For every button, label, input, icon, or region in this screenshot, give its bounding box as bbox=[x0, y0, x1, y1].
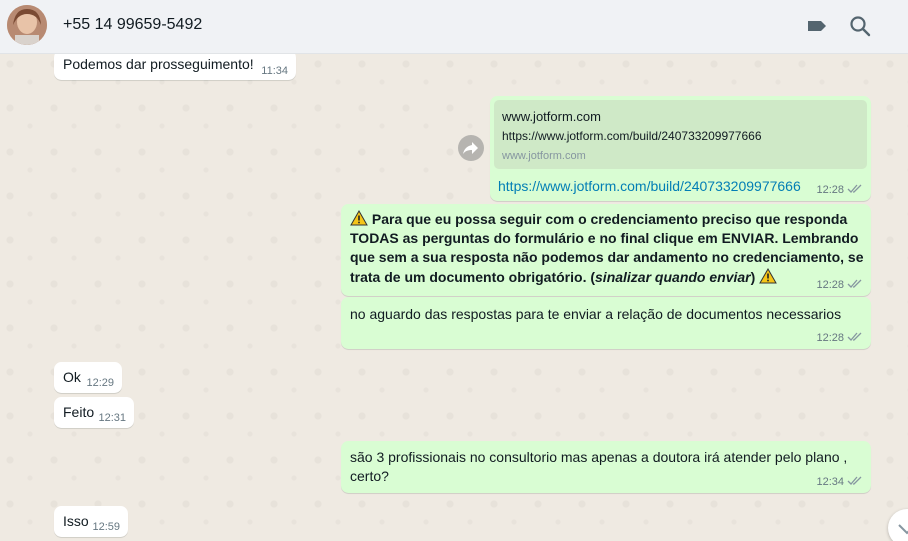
chat-header: +55 14 99659-5492 bbox=[0, 0, 908, 54]
message-line: que sem a sua resposta não podemos dar a… bbox=[350, 249, 864, 265]
message-time-text: 12:34 bbox=[816, 476, 844, 488]
link-preview-title: www.jotform.com bbox=[502, 109, 601, 124]
message-text: Podemos dar prosseguimento! bbox=[63, 56, 254, 72]
search-icon[interactable] bbox=[847, 13, 873, 39]
message-time: 12:59 bbox=[92, 521, 120, 533]
message-time: 12:28 bbox=[816, 183, 863, 196]
message-incoming[interactable]: Isso 12:59 bbox=[54, 506, 128, 537]
message-time: 11:34 bbox=[261, 65, 288, 77]
message-outgoing[interactable]: no aguardo das respostas para te enviar … bbox=[341, 297, 871, 349]
link-preview[interactable]: www.jotform.com https://www.jotform.com/… bbox=[494, 100, 867, 169]
message-incoming[interactable]: Podemos dar prosseguimento! 11:34 bbox=[54, 54, 296, 80]
message-line: certo? bbox=[350, 468, 389, 484]
forward-button[interactable] bbox=[458, 135, 484, 161]
message-time-text: 12:28 bbox=[816, 184, 844, 196]
message-text: Feito bbox=[63, 404, 95, 420]
link-preview-url: https://www.jotform.com/build/2407332099… bbox=[502, 129, 762, 143]
message-text: trata de um documento obrigatório. ( bbox=[350, 269, 596, 285]
message-line: trata de um documento obrigatório. (sina… bbox=[350, 268, 778, 285]
message-text: Ok bbox=[63, 369, 81, 385]
read-ticks-icon bbox=[847, 184, 862, 193]
message-time: 12:34 bbox=[816, 475, 863, 488]
message-outgoing[interactable]: são 3 profissionais no consultorio mas a… bbox=[341, 441, 871, 493]
message-text: no aguardo das respostas para te enviar … bbox=[350, 306, 842, 322]
message-time: 12:28 bbox=[816, 278, 863, 291]
read-ticks-icon bbox=[847, 279, 862, 288]
message-line: são 3 profissionais no consultorio mas a… bbox=[350, 449, 848, 465]
link-preview-domain: www.jotform.com bbox=[502, 150, 586, 162]
label-icon[interactable] bbox=[804, 13, 830, 39]
scroll-down-button[interactable] bbox=[888, 509, 908, 541]
message-outgoing-link[interactable]: www.jotform.com https://www.jotform.com/… bbox=[490, 96, 871, 201]
message-time: 12:29 bbox=[86, 377, 114, 389]
chat-area[interactable]: Podemos dar prosseguimento! 11:34 www.jo… bbox=[0, 54, 908, 541]
contact-name[interactable]: +55 14 99659-5492 bbox=[63, 16, 202, 34]
message-line: TODAS as perguntas do formulário e no fi… bbox=[350, 230, 859, 246]
read-ticks-icon bbox=[847, 332, 862, 341]
message-time: 12:28 bbox=[816, 331, 863, 344]
message-line: Para que eu possa seguir com o credencia… bbox=[350, 210, 847, 227]
read-ticks-icon bbox=[847, 476, 862, 485]
message-link[interactable]: https://www.jotform.com/build/2407332099… bbox=[498, 178, 801, 194]
forward-icon bbox=[463, 142, 478, 154]
message-text: Isso bbox=[63, 513, 89, 529]
chevron-down-icon bbox=[898, 524, 908, 535]
warning-icon bbox=[759, 268, 778, 284]
message-time-text: 12:28 bbox=[816, 279, 844, 291]
message-time-text: 12:28 bbox=[816, 332, 844, 344]
message-text: ) bbox=[750, 269, 756, 285]
message-incoming[interactable]: Feito 12:31 bbox=[54, 397, 134, 428]
avatar-photo-icon bbox=[7, 5, 47, 45]
warning-icon bbox=[350, 210, 368, 226]
message-time: 12:31 bbox=[98, 412, 126, 424]
contact-avatar[interactable] bbox=[7, 5, 47, 45]
message-text: Para que eu possa seguir com o credencia… bbox=[371, 211, 848, 227]
message-incoming[interactable]: Ok 12:29 bbox=[54, 362, 122, 393]
message-outgoing-warning[interactable]: Para que eu possa seguir com o credencia… bbox=[341, 204, 871, 296]
message-text-italic: sinalizar quando enviar bbox=[595, 269, 751, 285]
